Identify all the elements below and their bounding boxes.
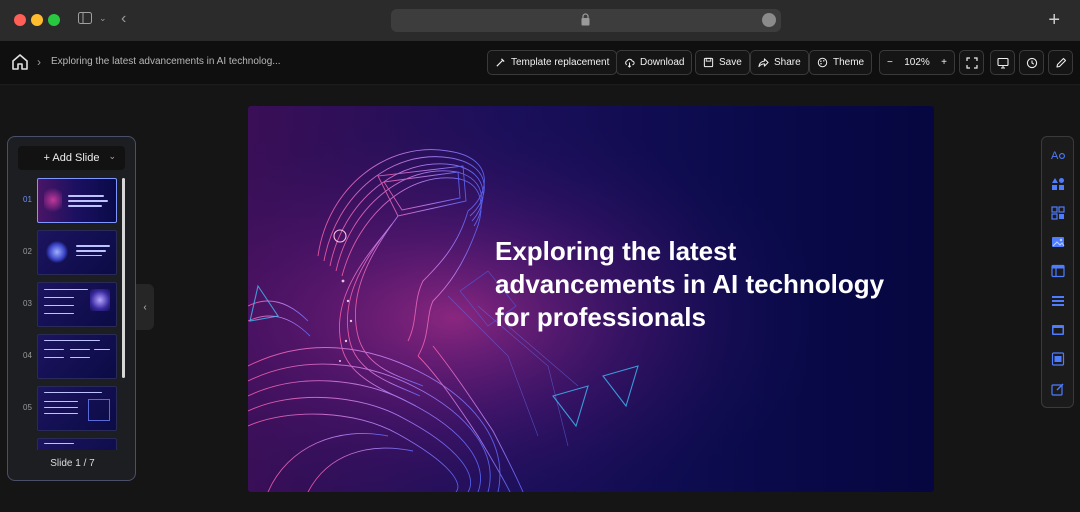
slide-canvas[interactable]: Exploring the latest advancements in AI …	[248, 106, 934, 492]
save-button[interactable]: Save	[695, 50, 750, 75]
template-icon	[496, 58, 505, 67]
pencil-icon	[1055, 57, 1066, 68]
list-icon[interactable]	[1051, 294, 1065, 308]
slide-number: 03	[23, 299, 32, 308]
slide-thumbnail-row[interactable]: 02	[16, 230, 128, 276]
slide-thumbnail-row[interactable]: 03	[16, 282, 128, 328]
back-arrow-icon[interactable]: ‹	[121, 10, 126, 28]
home-icon[interactable]	[11, 53, 29, 71]
save-icon	[703, 57, 714, 68]
slide-thumbnail-row[interactable]: 05	[16, 386, 128, 432]
image-icon[interactable]	[1051, 235, 1065, 249]
zoom-in-button[interactable]: +	[941, 57, 947, 68]
presentation-icon	[996, 57, 1009, 69]
present-button[interactable]	[990, 50, 1015, 75]
chevron-down-icon[interactable]: ⌄	[99, 13, 107, 24]
address-bar[interactable]	[391, 9, 781, 32]
shapes-icon[interactable]	[1051, 177, 1065, 191]
slide-thumbnail[interactable]	[37, 178, 117, 223]
template-replacement-button[interactable]: Template replacement	[487, 50, 618, 75]
svg-text:A: A	[1051, 150, 1059, 162]
slide-counter: Slide 1 / 7	[50, 458, 95, 469]
lock-icon	[581, 13, 590, 26]
minimize-window-button[interactable]	[31, 14, 43, 26]
thumbnail-scrollbar[interactable]	[122, 178, 125, 378]
window-icon[interactable]	[1051, 323, 1065, 337]
fullscreen-icon	[965, 56, 978, 69]
text-style-icon[interactable]: A	[1051, 148, 1065, 162]
close-window-button[interactable]	[14, 14, 26, 26]
share-icon	[758, 58, 769, 68]
palette-icon	[817, 57, 828, 68]
right-toolbar: A	[1041, 136, 1074, 408]
chevron-left-icon: ‹	[143, 301, 147, 313]
download-button[interactable]: Download	[616, 50, 693, 75]
collapse-panel-button[interactable]: ‹	[136, 284, 154, 330]
slide-number: 02	[23, 247, 32, 256]
slide-thumbnail[interactable]	[37, 230, 117, 275]
edit-button[interactable]	[1048, 50, 1073, 75]
zoom-out-button[interactable]: −	[887, 57, 893, 68]
slide-thumbnails: 01 02 03 04 05	[16, 178, 128, 450]
browser-titlebar: ⌄ ‹ +	[0, 0, 1080, 41]
slide-number: 04	[23, 351, 32, 360]
zoom-level: 102%	[904, 57, 930, 68]
fullscreen-button[interactable]	[959, 50, 984, 75]
slide-number: 05	[23, 403, 32, 412]
qr-icon[interactable]	[1051, 206, 1065, 220]
app-toolbar: › Exploring the latest advancements in A…	[0, 41, 1080, 85]
add-slide-button[interactable]: + Add Slide ⌄	[18, 146, 125, 170]
breadcrumb-chevron-icon: ›	[37, 55, 41, 69]
share-button[interactable]: Share	[750, 50, 809, 75]
maximize-window-button[interactable]	[48, 14, 60, 26]
zoom-control: − 102% +	[879, 50, 955, 75]
download-icon	[625, 58, 635, 68]
slide-title[interactable]: Exploring the latest advancements in AI …	[495, 235, 915, 334]
slide-thumbnail[interactable]	[37, 438, 117, 450]
sidebar-toggle-icon[interactable]	[78, 12, 92, 27]
history-icon	[1026, 57, 1037, 68]
edit-box-icon[interactable]	[1051, 382, 1065, 396]
slide-thumbnail-row[interactable]: 04	[16, 334, 128, 380]
new-tab-icon[interactable]: +	[1048, 9, 1060, 32]
table-icon[interactable]	[1051, 352, 1065, 366]
document-title[interactable]: Exploring the latest advancements in AI …	[51, 56, 281, 67]
slide-thumbnail-row[interactable]	[16, 438, 128, 450]
theme-button[interactable]: Theme	[809, 50, 873, 75]
chevron-down-icon[interactable]: ⌄	[108, 151, 116, 162]
slide-number: 01	[23, 195, 32, 204]
layout-icon[interactable]	[1051, 264, 1065, 278]
more-icon[interactable]	[762, 13, 776, 27]
slide-thumbnail[interactable]	[37, 386, 117, 431]
slide-thumbnail[interactable]	[37, 282, 117, 327]
slides-panel: + Add Slide ⌄ 01 02 03 04 05 Slide 1 / 7	[7, 136, 136, 481]
slide-thumbnail-row[interactable]: 01	[16, 178, 128, 224]
history-button[interactable]	[1019, 50, 1044, 75]
slide-thumbnail[interactable]	[37, 334, 117, 379]
